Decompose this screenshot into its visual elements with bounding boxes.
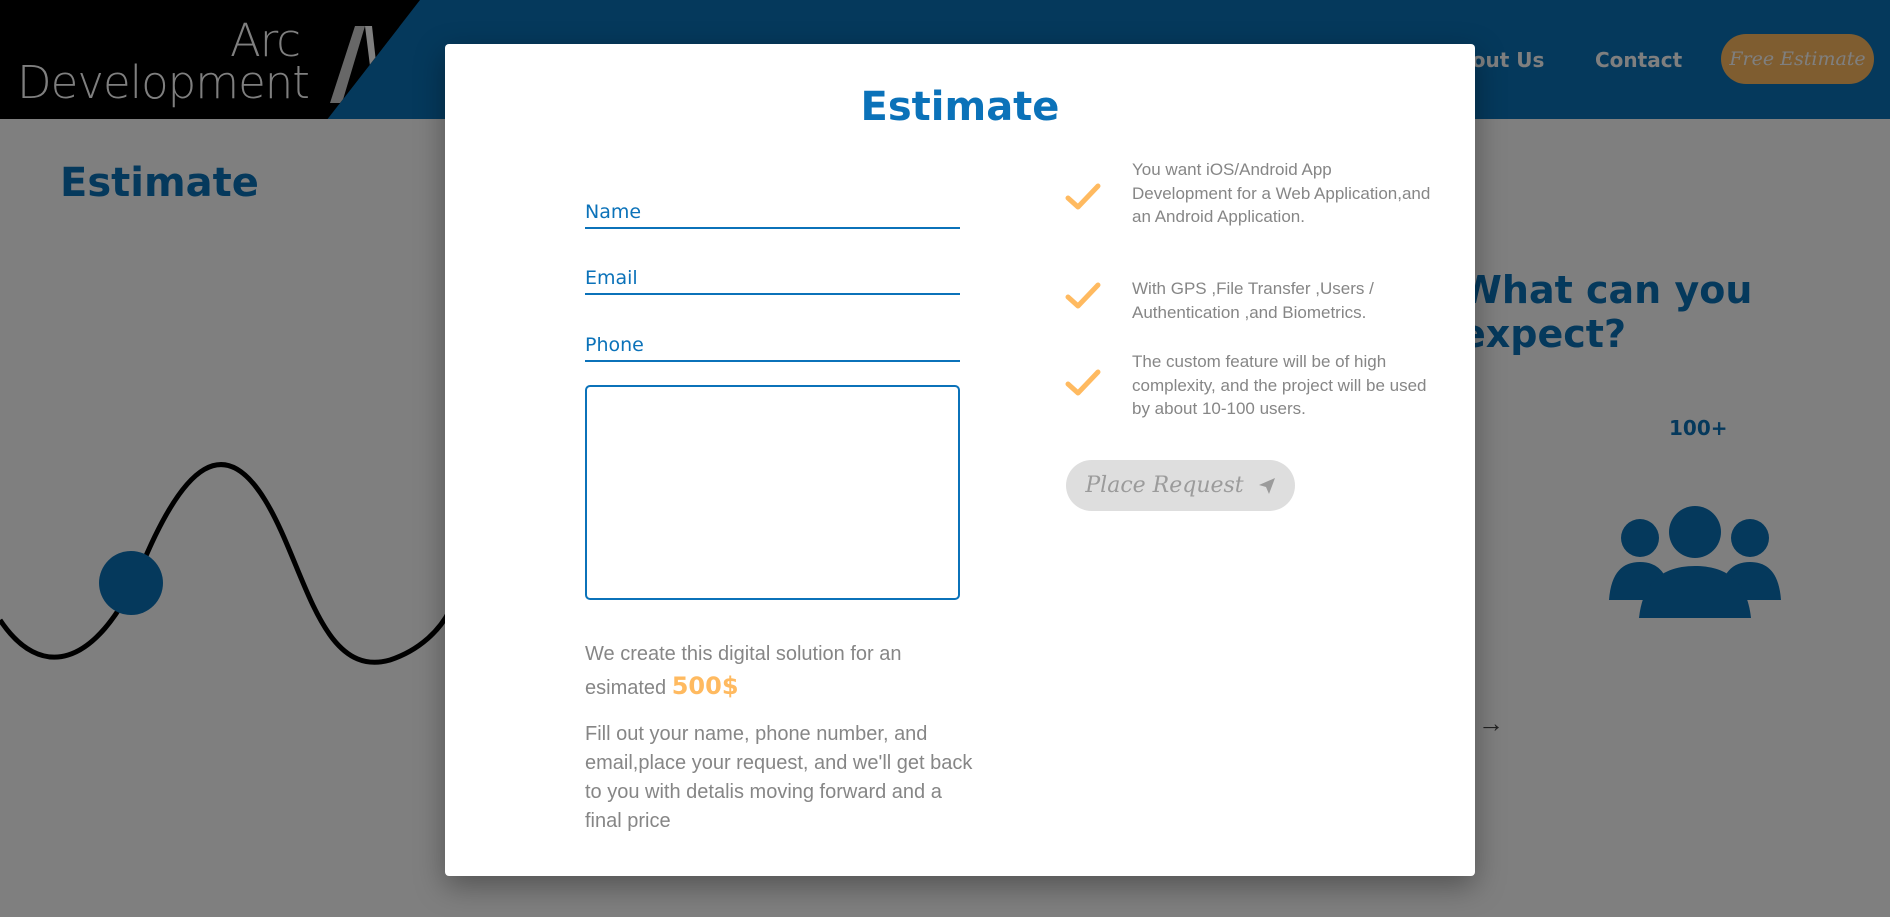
checklist-item-text: With GPS ,File Transfer ,Users / Authent… xyxy=(1132,279,1374,322)
checklist-item-text: The custom feature will be of high compl… xyxy=(1132,352,1427,418)
email-field[interactable]: Email xyxy=(585,261,960,295)
checkmark-icon xyxy=(1065,369,1101,396)
message-textarea[interactable] xyxy=(585,385,960,600)
send-icon xyxy=(1258,477,1275,494)
place-request-label: Place Request xyxy=(1085,473,1244,498)
name-field[interactable]: Name xyxy=(585,195,960,229)
place-request-button[interactable]: Place Request xyxy=(1066,460,1295,511)
checklist-item-text: You want iOS/Android App Development for… xyxy=(1132,160,1431,226)
dialog-title: Estimate xyxy=(860,84,1060,130)
estimate-price-text: We create this digital solution for an e… xyxy=(585,638,985,704)
email-field-label: Email xyxy=(585,267,638,289)
instructions-text: Fill out your name, phone number, and em… xyxy=(585,723,973,832)
estimate-price-value: 500$ xyxy=(671,672,739,700)
checkmark-icon xyxy=(1065,183,1101,210)
estimate-dialog: Estimate Name Email Phone We create this… xyxy=(445,44,1475,876)
checkmark-icon xyxy=(1065,282,1101,309)
phone-field-label: Phone xyxy=(585,334,644,356)
phone-field[interactable]: Phone xyxy=(585,328,960,362)
estimate-price-prefix: We create this digital solution for an e… xyxy=(585,643,902,699)
name-field-label: Name xyxy=(585,201,642,223)
